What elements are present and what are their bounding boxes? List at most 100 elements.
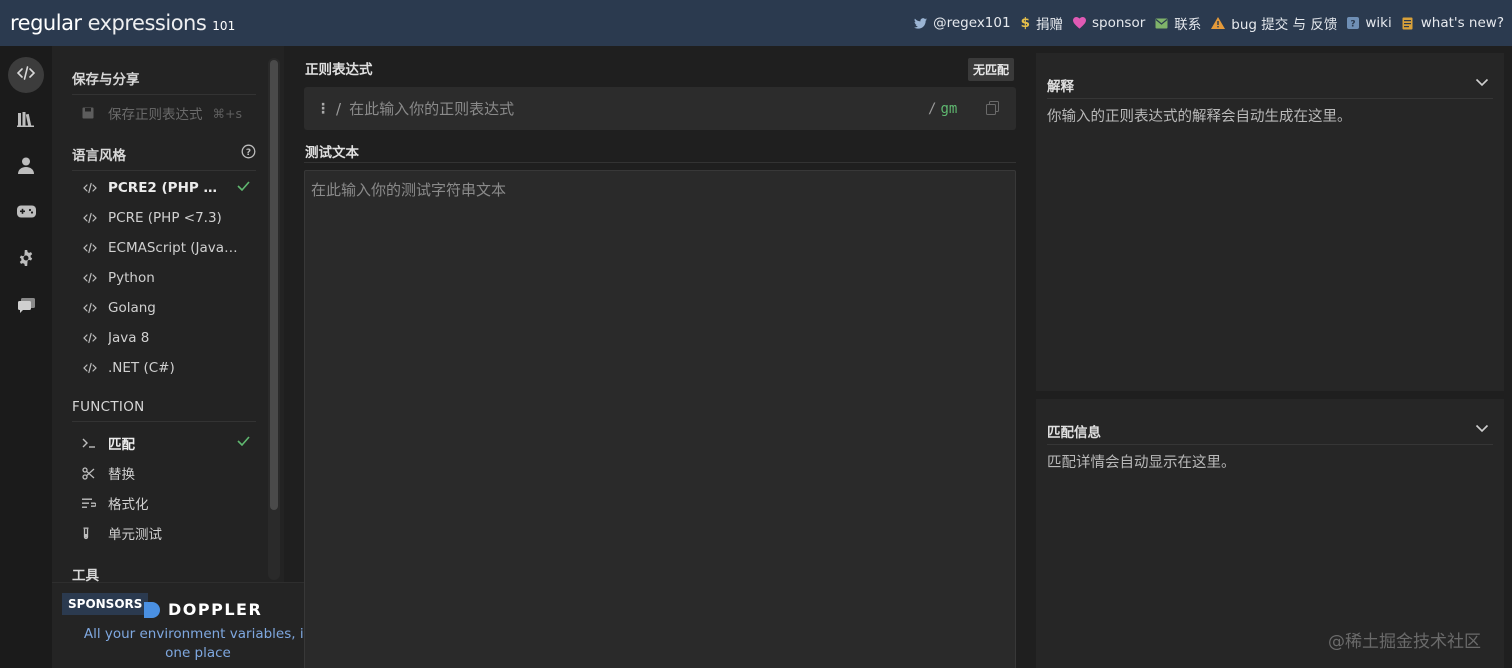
- flavor-dotnet[interactable]: .NET (C#): [72, 354, 256, 382]
- function-substitution[interactable]: 替换: [72, 459, 256, 487]
- match-info-title: 匹配信息: [1047, 425, 1101, 441]
- flavor-golang[interactable]: Golang: [72, 294, 256, 322]
- chevron-down-icon[interactable]: [1475, 75, 1489, 91]
- user-icon: [18, 157, 34, 178]
- gamepad-icon: [16, 205, 36, 222]
- svg-text:?: ?: [1351, 20, 1356, 30]
- copy-icon[interactable]: [986, 101, 999, 119]
- floppy-icon: [72, 107, 108, 119]
- heart-icon: [1073, 17, 1086, 29]
- flavor-ecmascript[interactable]: ECMAScript (JavaScript): [72, 234, 256, 262]
- explanation-title: 解释: [1047, 79, 1074, 95]
- help-icon[interactable]: ?: [241, 144, 256, 163]
- chat-icon: [17, 297, 35, 317]
- app-logo[interactable]: regular expressions 101: [0, 11, 235, 35]
- left-panel-scrollbar[interactable]: [268, 58, 280, 580]
- doppler-icon: [144, 601, 160, 618]
- logo-word-regular: regular: [10, 11, 82, 35]
- rail-settings-button[interactable]: [8, 242, 44, 278]
- rail-library-button[interactable]: [8, 103, 44, 139]
- wiki-link[interactable]: ? wiki: [1347, 15, 1392, 31]
- svg-text:?: ?: [246, 148, 251, 158]
- watermark: @稀土掘金技术社区: [1328, 632, 1481, 652]
- gear-icon: [18, 250, 34, 270]
- doppler-logo: DOPPLER: [144, 600, 262, 619]
- explanation-panel: 解释 你输入的正则表达式的解释会自动生成在这里。: [1036, 53, 1504, 391]
- flavor-python-label: Python: [108, 270, 155, 286]
- scrollbar-thumb[interactable]: [270, 60, 278, 510]
- function-format[interactable]: 格式化: [72, 489, 256, 517]
- flavor-java-label: Java 8: [108, 330, 150, 346]
- mail-icon: [1155, 18, 1168, 29]
- function-format-label: 格式化: [108, 497, 149, 513]
- whats-new-label: what's new?: [1420, 15, 1504, 31]
- flavor-title-text: 语言风格: [72, 148, 126, 164]
- wiki-label: wiki: [1365, 15, 1392, 31]
- test-tube-icon: [72, 527, 108, 540]
- whats-new-link[interactable]: what's new?: [1402, 15, 1504, 31]
- flavor-golang-label: Golang: [108, 300, 156, 316]
- warning-icon: [1211, 17, 1226, 29]
- sponsor-label: sponsor: [1092, 15, 1146, 31]
- sponsor-link[interactable]: sponsor: [1073, 15, 1145, 31]
- code-icon: [72, 272, 108, 284]
- scissors-icon: [72, 466, 108, 480]
- rail-quiz-button[interactable]: [8, 195, 44, 231]
- save-regex-label: 保存正则表达式: [108, 107, 203, 123]
- flavor-pcre[interactable]: PCRE (PHP <7.3): [72, 204, 256, 232]
- dollar-icon: $: [1020, 15, 1030, 31]
- bug-report-link[interactable]: bug 提交 与 反馈: [1211, 13, 1337, 33]
- contact-link[interactable]: 联系: [1155, 13, 1201, 33]
- regex-input-box: ⋮ / /gm: [304, 87, 1016, 130]
- drag-handle-icon[interactable]: ⋮: [316, 101, 330, 117]
- rail-account-button[interactable]: [8, 149, 44, 185]
- twitter-link[interactable]: @regex101: [914, 15, 1011, 31]
- donate-link[interactable]: $ 捐赠: [1021, 13, 1063, 33]
- code-icon: [72, 302, 108, 314]
- flavor-python[interactable]: Python: [72, 264, 256, 292]
- flavor-dotnet-label: .NET (C#): [108, 360, 175, 376]
- function-unit-tests[interactable]: 单元测试: [72, 519, 256, 547]
- match-info-text: 匹配详情会自动显示在这里。: [1047, 455, 1236, 471]
- save-shortcut: ⌘+s: [212, 105, 243, 121]
- explanation-header[interactable]: 解释: [1047, 75, 1493, 99]
- sponsor-text: All your environment variables, in one p…: [83, 626, 313, 661]
- regex-close-delimiter: /: [928, 100, 937, 117]
- donate-label: 捐赠: [1036, 17, 1063, 33]
- regex-input[interactable]: [349, 99, 910, 118]
- flavor-java[interactable]: Java 8: [72, 324, 256, 352]
- save-regex-button[interactable]: 保存正则表达式 ⌘+s: [72, 99, 256, 127]
- test-string-input[interactable]: [305, 171, 1015, 668]
- header-links: @regex101 $ 捐赠 sponsor 联系 bug 提交 与 反馈 ? …: [904, 13, 1512, 33]
- code-icon: [16, 65, 36, 85]
- chevron-down-icon[interactable]: [1475, 421, 1489, 437]
- sponsors-tag: SPONSORS: [62, 593, 149, 615]
- logo-word-expressions: expressions: [87, 11, 207, 35]
- regex-flags[interactable]: / gm: [928, 101, 957, 117]
- tools-title: 工具: [72, 568, 99, 582]
- code-icon: [72, 212, 108, 224]
- match-status-badge: 无匹配: [968, 58, 1015, 81]
- function-match[interactable]: 匹配: [72, 429, 256, 457]
- left-panel-scroll-area[interactable]: 保存与分享 保存正则表达式 ⌘+s 语言风格 ? PCRE2 (PHP >=7.…: [52, 46, 266, 582]
- top-bar: regular expressions 101 @regex101 $ 捐赠 s…: [0, 0, 1512, 46]
- regex-flags-value: gm: [940, 100, 958, 117]
- checkmark-icon: [237, 434, 250, 450]
- flavor-pcre2[interactable]: PCRE2 (PHP >=7.3): [72, 174, 256, 202]
- twitter-icon: [914, 17, 928, 29]
- flavor-pcre-label: PCRE (PHP <7.3): [108, 210, 222, 226]
- question-icon: ?: [1347, 17, 1360, 30]
- flavor-pcre2-label: PCRE2 (PHP >=7.3): [108, 180, 220, 196]
- regex-open-delimiter: /: [336, 99, 342, 118]
- explanation-text: 你输入的正则表达式的解释会自动生成在这里。: [1047, 109, 1352, 125]
- function-title: FUNCTION: [72, 399, 256, 422]
- match-info-header[interactable]: 匹配信息: [1047, 421, 1493, 445]
- code-icon: [72, 242, 108, 254]
- format-list-icon: [72, 498, 108, 509]
- rail-chat-button[interactable]: [8, 289, 44, 325]
- regex-label: 正则表达式: [305, 62, 373, 78]
- rail-editor-button[interactable]: [8, 57, 44, 93]
- bug-report-label: bug 提交 与 反馈: [1231, 17, 1338, 33]
- test-label-divider: [304, 162, 1016, 163]
- news-icon: [1402, 17, 1415, 30]
